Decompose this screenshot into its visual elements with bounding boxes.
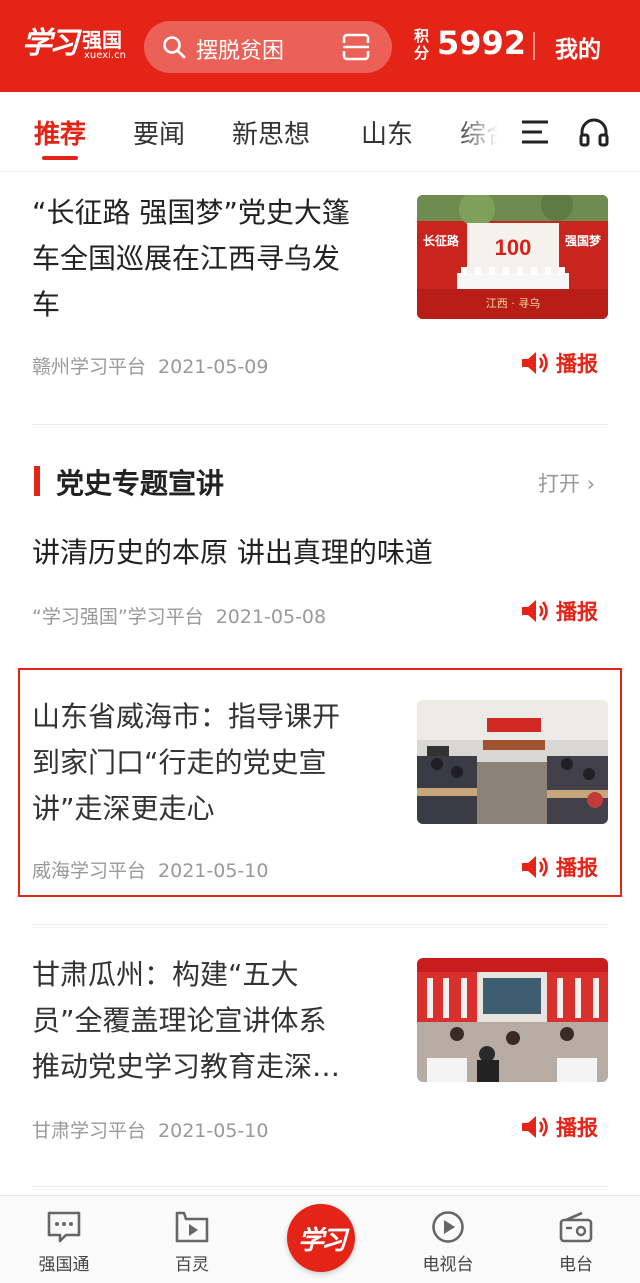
- article-meta: 赣州学习平台 2021-05-09: [32, 352, 268, 379]
- play-icon: [432, 1211, 464, 1243]
- svg-text:强国梦: 强国梦: [565, 233, 602, 248]
- channel-tabs: 推荐 要闻 新思想 山东 综合: [0, 92, 640, 172]
- headphone-icon[interactable]: [578, 116, 610, 148]
- nav-label: 百灵: [175, 1255, 209, 1275]
- search-bar[interactable]: 摆脱贫困: [144, 21, 392, 73]
- title-line: “长征路 强国梦”党史大篷: [32, 196, 350, 229]
- broadcast-label: 播报: [556, 1116, 598, 1140]
- title-line: 山东省威海市：指导课开: [32, 700, 341, 733]
- article-thumbnail[interactable]: 100 长征路 强国梦 江西 · 寻乌: [417, 195, 608, 319]
- tab-new-thought[interactable]: 新思想: [232, 114, 310, 151]
- article-meta: “学习强国”学习平台 2021-05-08: [32, 602, 326, 629]
- header-divider: [533, 32, 535, 60]
- speaker-icon: [522, 352, 548, 374]
- search-placeholder: 摆脱贫困: [196, 39, 285, 64]
- article-title[interactable]: “长征路 强国梦”党史大篷 车全国巡展在江西寻乌发 车: [32, 190, 350, 328]
- broadcast-label: 播报: [556, 856, 598, 880]
- divider: [32, 424, 608, 428]
- article-title[interactable]: 甘肃瓜州：构建“五大 员”全覆盖理论宣讲体系 推动党史学习教育走深…: [32, 952, 340, 1090]
- speaker-icon: [522, 856, 548, 878]
- divider: [32, 1186, 608, 1190]
- scan-icon[interactable]: [342, 33, 370, 61]
- article-thumbnail[interactable]: [417, 700, 608, 824]
- article-meta: 甘肃学习平台 2021-05-10: [32, 1116, 268, 1143]
- title-line: 甘肃瓜州：构建“五大: [32, 958, 299, 991]
- article-source: 赣州学习平台: [32, 356, 147, 378]
- article-source: 甘肃学习平台: [32, 1120, 147, 1142]
- active-tab-indicator: [42, 156, 78, 160]
- article-title[interactable]: 山东省威海市：指导课开 到家门口“行走的党史宣 讲”走深更走心: [32, 694, 340, 832]
- section-accent-bar: [34, 466, 40, 496]
- title-line: 车全国巡展在江西寻乌发: [32, 242, 341, 275]
- title-line: 讲”走深更走心: [32, 792, 215, 825]
- title-line: 推动党史学习教育走深…: [32, 1050, 341, 1083]
- app-header: 学习 强国 xuexi.cn 摆脱贫困 积分 5992 我的: [0, 0, 640, 92]
- speaker-icon: [522, 600, 548, 622]
- radio-icon: [559, 1211, 593, 1243]
- nav-label: 电视台: [422, 1255, 474, 1275]
- article-date: 2021-05-10: [158, 1120, 269, 1142]
- svg-text:长征路: 长征路: [423, 233, 460, 248]
- nav-qiangguotong[interactable]: 强国通: [14, 1196, 114, 1283]
- section-title: 党史专题宣讲: [56, 467, 225, 500]
- broadcast-label: 播报: [556, 352, 598, 376]
- section-open-link[interactable]: 打开 ›: [538, 468, 595, 498]
- thumbnail-image: [417, 958, 608, 1082]
- title-line: 车: [32, 288, 61, 321]
- points-value[interactable]: 5992: [437, 24, 526, 62]
- points-label: 积分: [414, 27, 430, 62]
- broadcast-label: 播报: [556, 600, 598, 624]
- article-date: 2021-05-08: [215, 606, 327, 628]
- thumbnail-image: [417, 700, 608, 824]
- title-line: 讲清历史的本原 讲出真理的味道: [32, 536, 433, 569]
- nav-radio[interactable]: 电台: [526, 1196, 626, 1283]
- nav-tv[interactable]: 电视台: [398, 1196, 498, 1283]
- svg-text:江西 · 寻乌: 江西 · 寻乌: [486, 296, 541, 310]
- tab-recommend[interactable]: 推荐: [34, 114, 86, 151]
- nav-label: 电台: [559, 1255, 593, 1275]
- search-icon: [163, 36, 186, 59]
- nav-bailing[interactable]: 百灵: [142, 1196, 242, 1283]
- title-line: 到家门口“行走的党史宣: [32, 746, 327, 779]
- divider: [32, 924, 608, 928]
- svg-text:100: 100: [495, 235, 532, 260]
- logo-name: 强国: [82, 28, 122, 52]
- tab-fade: [456, 92, 526, 171]
- article-source: “学习强国”学习平台: [32, 606, 204, 628]
- logo-domain: xuexi.cn: [84, 50, 126, 61]
- article-title[interactable]: 讲清历史的本原 讲出真理的味道: [32, 530, 433, 576]
- article-thumbnail[interactable]: [417, 958, 608, 1082]
- mine-button[interactable]: 我的: [555, 30, 601, 64]
- speaker-icon: [522, 1116, 548, 1138]
- menu-icon[interactable]: [520, 118, 550, 146]
- article-source: 威海学习平台: [32, 860, 147, 882]
- center-button-glyph: 学习: [297, 1226, 347, 1256]
- thumbnail-image: 100 长征路 强国梦 江西 · 寻乌: [417, 195, 608, 319]
- nav-label: 强国通: [38, 1255, 90, 1275]
- tab-shandong[interactable]: 山东: [361, 114, 413, 151]
- chat-icon: [47, 1211, 81, 1243]
- article-date: 2021-05-10: [158, 860, 269, 882]
- tab-news[interactable]: 要闻: [133, 114, 185, 151]
- logo-glyph: 学习: [22, 26, 79, 61]
- xuexi-logo[interactable]: 学习 强国 xuexi.cn: [22, 18, 134, 70]
- video-icon: [175, 1211, 209, 1243]
- article-meta: 威海学习平台 2021-05-10: [32, 856, 268, 883]
- xuexi-center-button[interactable]: 学习: [287, 1204, 355, 1272]
- article-date: 2021-05-09: [158, 356, 269, 378]
- title-line: 员”全覆盖理论宣讲体系: [32, 1004, 327, 1037]
